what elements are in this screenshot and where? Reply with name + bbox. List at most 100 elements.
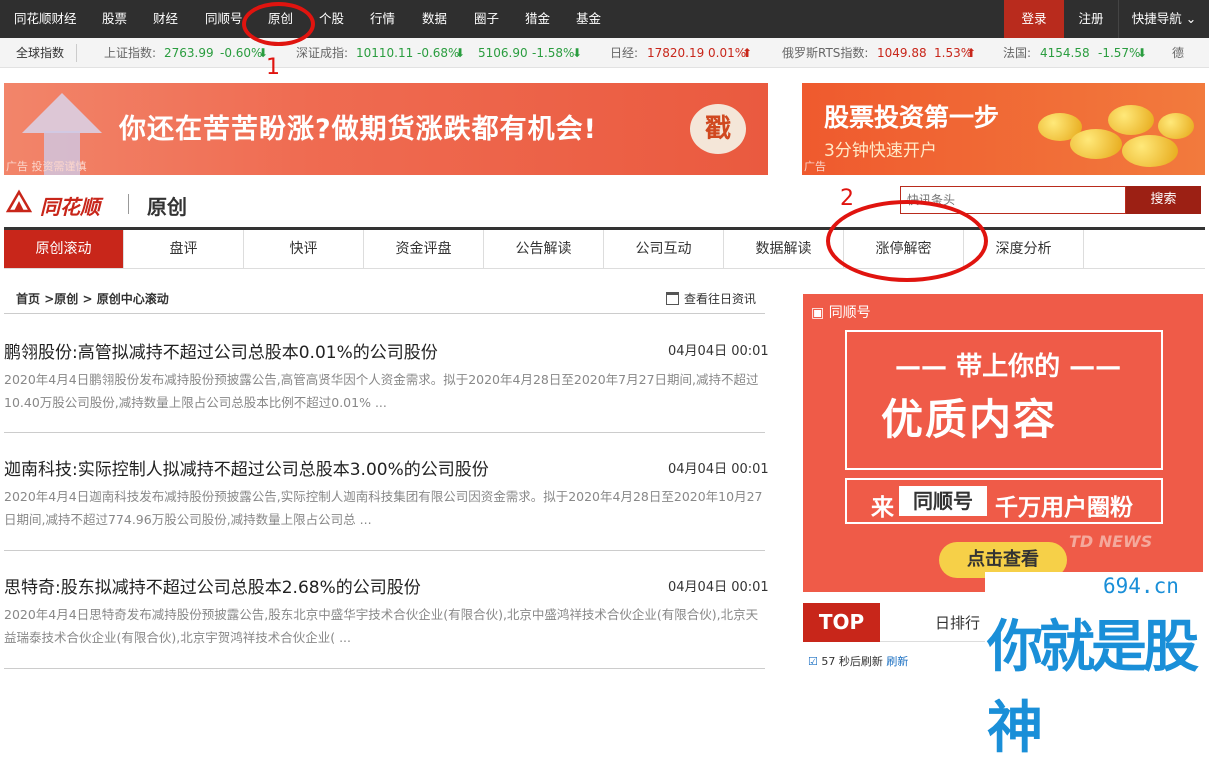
refresh-row: ☑ 57 秒后刷新 刷新: [808, 653, 908, 669]
top-badge: TOP: [803, 603, 880, 642]
tonghuashun-hao-promo[interactable]: ▣ 同顺号 —— 带上你的 —— 优质内容 来 同顺号 千万用户圈粉 TD NE…: [803, 294, 1203, 592]
annotation-circle: [242, 2, 315, 46]
ticker-change: -0.68%: [417, 46, 460, 60]
history-news-link[interactable]: 查看往日资讯: [684, 290, 756, 307]
refresh-text: 秒后刷新: [838, 655, 883, 668]
section-tabs: 原创滚动 盘评 快评 资金评盘 公告解读 公司互动 数据解读 涨停解密 深度分析: [4, 227, 1205, 269]
news-time: 04月04日 00:01: [668, 580, 769, 595]
nav-fund-link[interactable]: 基金: [576, 0, 601, 38]
checkbox-icon[interactable]: ☑: [808, 655, 818, 668]
ad-subline: 3分钟快速开户: [824, 141, 937, 161]
ticker-change: 0.01%: [708, 46, 747, 60]
quick-nav-label: 快捷导航: [1131, 11, 1182, 26]
promo-lead: 来: [871, 495, 894, 521]
divider: [4, 668, 765, 669]
news-title-link[interactable]: 鹏翎股份:高管拟减持不超过公司总股本0.01%的公司股份: [4, 338, 438, 363]
breadcrumb-home[interactable]: 首页: [16, 292, 40, 306]
ticker-value[interactable]: 4154.58: [1040, 38, 1090, 68]
ticker-name: 法国:: [1003, 46, 1032, 60]
nav-individual-stock-link[interactable]: 个股: [319, 0, 344, 38]
arrow-up-icon: ⬆: [966, 46, 977, 60]
tab-fund-review[interactable]: 资金评盘: [364, 230, 484, 268]
ticker-value[interactable]: 10110.11: [356, 38, 413, 68]
up-arrow-graphic: [22, 93, 102, 133]
divider: [4, 550, 765, 551]
ticker-name: 俄罗斯RTS指数:: [782, 46, 869, 60]
top-navbar: 同花顺财经 股票 财经 同顺号 原创 个股 行情 数据 圈子 猎金 基金 登录 …: [0, 0, 1209, 38]
ticker-name: 日经:: [610, 46, 639, 60]
refresh-link[interactable]: 刷新: [886, 655, 908, 668]
news-time: 04月04日 00:01: [668, 344, 769, 359]
promo-tail: 千万用户圈粉: [995, 495, 1133, 521]
promo-line1: —— 带上你的 ——: [895, 352, 1122, 382]
site-watermark: 694.cn 你就是股神: [985, 572, 1209, 761]
ticker-change: -1.57%: [1098, 46, 1141, 60]
promo-brand-label: 同顺号: [828, 305, 871, 321]
ticker-name: 上证指数:: [104, 46, 157, 60]
tab-company-interaction[interactable]: 公司互动: [604, 230, 724, 268]
news-title-link[interactable]: 思特奇:股东拟减持不超过公司总股本2.68%的公司股份: [4, 573, 421, 598]
register-button[interactable]: 注册: [1068, 0, 1114, 38]
ticker-divider: [76, 44, 77, 62]
ticker-value[interactable]: 2763.99: [164, 38, 214, 68]
promo-brand: ▣ 同顺号: [811, 305, 871, 321]
nav-home-link[interactable]: 同花顺财经: [14, 0, 77, 38]
ticker-name: 德: [1172, 46, 1185, 60]
promo-line1-text: 带上你的: [956, 352, 1061, 382]
annotation-number: 1: [266, 55, 280, 80]
search-button[interactable]: 搜索: [1126, 186, 1201, 214]
ticker-change: -0.60%: [220, 46, 263, 60]
futures-ad-banner[interactable]: 你还在苦苦盼涨?做期货涨跌都有机会! 戳 广告 投资需谨慎: [4, 83, 768, 175]
ad-disclaimer: 广告: [804, 160, 826, 173]
nav-tonghuashun-hao-link[interactable]: 同顺号: [205, 0, 243, 38]
tab-market-review[interactable]: 盘评: [124, 230, 244, 268]
divider: [4, 313, 765, 314]
account-ad-banner[interactable]: 股票投资第一步 3分钟快速开户 广告: [802, 83, 1205, 175]
tab-daily-rank[interactable]: 日排行: [935, 612, 980, 633]
gold-coin-icon: [1070, 129, 1122, 159]
promo-watermark: TD NEWS: [1069, 532, 1153, 551]
login-button[interactable]: 登录: [1004, 0, 1064, 38]
quick-nav-dropdown[interactable]: 快捷导航 ⌄: [1118, 0, 1209, 38]
ad-stamp-icon[interactable]: 戳: [690, 104, 746, 154]
ad-headline: 你还在苦苦盼涨?做期货涨跌都有机会!: [119, 114, 597, 145]
news-summary: 2020年4月4日思特奇发布减持股份预披露公告,股东北京中盛华宇技术合伙企业(有…: [4, 607, 759, 645]
ticker-name: 深证成指:: [296, 46, 349, 60]
nav-stocks-link[interactable]: 股票: [102, 0, 127, 38]
arrow-down-icon: ⬇: [572, 46, 583, 60]
ticker-label: 全球指数: [16, 46, 65, 60]
global-index-ticker: 全球指数 上证指数: 2763.99 -0.60% ⬇ 深证成指: 10110.…: [0, 38, 1209, 68]
news-summary: 2020年4月4日鹏翎股份发布减持股份预披露公告,高管高贤华因个人资金需求。拟于…: [4, 372, 759, 410]
breadcrumb-original[interactable]: 原创: [54, 292, 78, 306]
arrow-down-icon: ⬇: [455, 46, 466, 60]
tab-announcement[interactable]: 公告解读: [484, 230, 604, 268]
gold-coin-icon: [1108, 105, 1154, 135]
nav-data-link[interactable]: 数据: [422, 0, 447, 38]
breadcrumb-current: 原创中心滚动: [96, 292, 169, 306]
promo-line2: 优质内容: [881, 395, 1058, 444]
tab-quick-review[interactable]: 快评: [244, 230, 364, 268]
logo-divider: [128, 194, 129, 214]
nav-hunting-link[interactable]: 猎金: [525, 0, 550, 38]
gold-coin-icon: [1122, 135, 1178, 167]
breadcrumb-separator: >: [78, 292, 97, 306]
breadcrumb: 首页 >原创 > 原创中心滚动: [16, 290, 169, 307]
ticker-value[interactable]: 17820.19: [647, 38, 704, 68]
arrow-down-icon: ⬇: [1137, 46, 1148, 60]
watermark-site: 694.cn: [1103, 574, 1179, 598]
nav-quotes-link[interactable]: 行情: [370, 0, 395, 38]
annotation-circle: [826, 200, 988, 282]
chevron-down-icon: ⌄: [1185, 11, 1197, 26]
ticker-value[interactable]: 5106.90: [478, 38, 528, 68]
ad-disclaimer: 广告 投资需谨慎: [6, 160, 87, 173]
news-summary: 2020年4月4日迦南科技发布减持股份预披露公告,实际控制人迦南科技集团有限公司…: [4, 489, 763, 527]
ticker-value[interactable]: 1049.88: [877, 38, 927, 68]
site-logo-text[interactable]: 同花顺: [40, 191, 100, 220]
nav-circle-link[interactable]: 圈子: [474, 0, 499, 38]
arrow-up-icon: ⬆: [742, 46, 753, 60]
divider: [4, 432, 765, 433]
nav-finance-link[interactable]: 财经: [153, 0, 178, 38]
watermark-slogan: 你就是股神: [987, 615, 1199, 761]
news-title-link[interactable]: 迦南科技:实际控制人拟减持不超过公司总股本3.00%的公司股份: [4, 455, 489, 480]
tab-original-scroll[interactable]: 原创滚动: [4, 230, 124, 268]
